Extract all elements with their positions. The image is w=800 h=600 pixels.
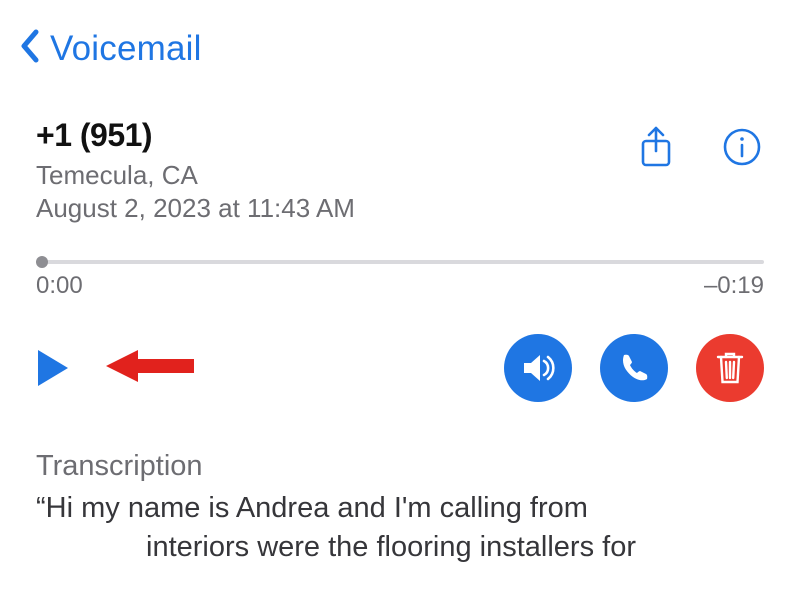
scrubber-times: 0:00 –0:19: [36, 272, 764, 300]
red-arrow-icon: [104, 346, 196, 391]
call-back-button[interactable]: [600, 334, 668, 402]
speaker-button[interactable]: [504, 334, 572, 402]
transcription-section: Transcription “Hi my name is Andrea and …: [0, 402, 800, 567]
info-icon[interactable]: [720, 125, 764, 169]
caller-timestamp: August 2, 2023 at 11:43 AM: [36, 193, 634, 224]
caller-number: +1 (951): [36, 117, 634, 154]
delete-button[interactable]: [696, 334, 764, 402]
play-button[interactable]: [36, 347, 78, 389]
remaining-time: –0:19: [704, 272, 764, 300]
header-actions: [634, 117, 764, 169]
back-chevron-icon[interactable]: [18, 28, 40, 69]
transcription-heading: Transcription: [36, 450, 764, 483]
nav-bar: Voicemail: [0, 0, 800, 87]
nav-back-label[interactable]: Voicemail: [50, 29, 202, 69]
transcription-text: “Hi my name is Andrea and I'm calling fr…: [36, 489, 764, 567]
elapsed-time: 0:00: [36, 272, 83, 300]
scrubber-track[interactable]: [36, 260, 764, 264]
scrubber-thumb[interactable]: [36, 256, 48, 268]
transcription-line-1: “Hi my name is Andrea and I'm calling fr…: [36, 492, 588, 524]
caller-info: +1 (951) Temecula, CA August 2, 2023 at …: [36, 117, 634, 224]
playback-scrubber: 0:00 –0:19: [0, 224, 800, 300]
voicemail-detail-header: +1 (951) Temecula, CA August 2, 2023 at …: [0, 87, 800, 224]
caller-location: Temecula, CA: [36, 160, 634, 191]
share-icon[interactable]: [634, 125, 678, 169]
playback-controls: [0, 300, 800, 402]
transcription-line-2: interiors were the flooring installers f…: [36, 528, 764, 567]
